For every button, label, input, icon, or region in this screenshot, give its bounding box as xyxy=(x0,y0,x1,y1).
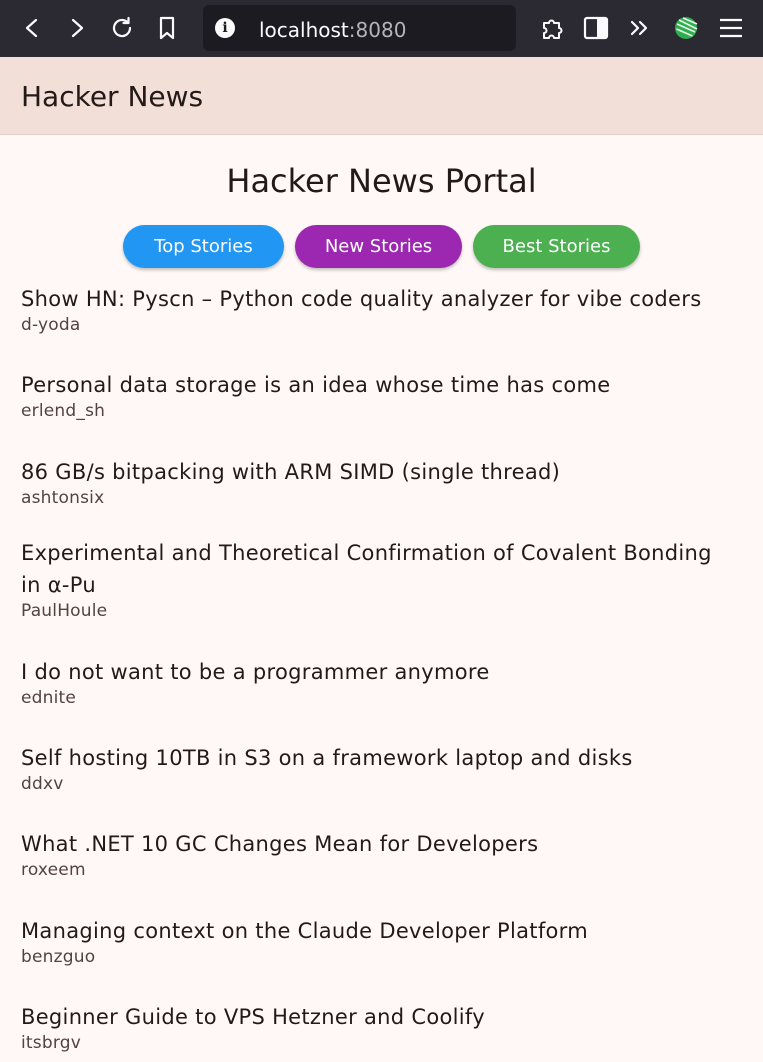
url-text[interactable]: localhost:8080 xyxy=(259,18,406,42)
story-author: d-yoda xyxy=(21,315,81,335)
story-title[interactable]: Beginner Guide to VPS Hetzner and Coolif… xyxy=(21,1001,736,1033)
bookmark-button[interactable] xyxy=(145,6,189,50)
story-item[interactable]: Managing context on the Claude Developer… xyxy=(21,915,736,967)
story-title[interactable]: Experimental and Theoretical Confirmatio… xyxy=(21,537,736,601)
story-author: ednite xyxy=(21,688,77,708)
story-title[interactable]: Self hosting 10TB in S3 on a framework l… xyxy=(21,742,736,774)
story-title[interactable]: What .NET 10 GC Changes Mean for Develop… xyxy=(21,828,736,860)
url-host: localhost xyxy=(259,18,349,42)
menu-button[interactable] xyxy=(709,6,753,50)
story-author: benzguo xyxy=(21,947,96,967)
overflow-button[interactable] xyxy=(618,6,662,50)
reload-button[interactable] xyxy=(100,6,144,50)
story-title[interactable]: Managing context on the Claude Developer… xyxy=(21,915,736,947)
bookmark-icon xyxy=(159,16,175,40)
new-stories-button[interactable]: New Stories xyxy=(295,225,462,268)
story-title[interactable]: Show HN: Pyscn – Python code quality ana… xyxy=(21,283,736,315)
story-author: roxeem xyxy=(21,860,86,880)
best-stories-button[interactable]: Best Stories xyxy=(473,225,640,268)
url-field[interactable]: i localhost:8080 xyxy=(203,5,516,51)
reload-icon xyxy=(112,16,132,38)
story-item[interactable]: Show HN: Pyscn – Python code quality ana… xyxy=(21,283,736,335)
story-item[interactable]: Self hosting 10TB in S3 on a framework l… xyxy=(21,742,736,794)
story-author: PaulHoule xyxy=(21,601,108,621)
story-author: ddxv xyxy=(21,774,64,794)
story-title[interactable]: I do not want to be a programmer anymore xyxy=(21,656,736,688)
site-info-icon[interactable]: i xyxy=(215,18,235,38)
sidebar-icon xyxy=(583,16,609,40)
story-author: ashtonsix xyxy=(21,488,105,508)
double-chevron-icon xyxy=(630,20,648,36)
sidebar-button[interactable] xyxy=(574,6,618,50)
app-bar: Hacker News xyxy=(0,57,763,135)
puzzle-icon xyxy=(543,19,563,39)
story-author: erlend_sh xyxy=(21,401,106,421)
top-stories-button[interactable]: Top Stories xyxy=(123,225,284,268)
page-title: Hacker News Portal xyxy=(226,162,537,200)
story-item[interactable]: 86 GB/s bitpacking with ARM SIMD (single… xyxy=(21,456,736,508)
story-title[interactable]: Personal data storage is an idea whose t… xyxy=(21,369,736,401)
story-item[interactable]: Personal data storage is an idea whose t… xyxy=(21,369,736,421)
extensions-button[interactable] xyxy=(530,6,574,50)
forward-arrow-icon xyxy=(71,18,84,38)
hamburger-menu-icon xyxy=(720,18,742,38)
globe-profile-icon xyxy=(675,17,698,39)
url-port: :8080 xyxy=(348,18,407,42)
story-author: itsbrgv xyxy=(21,1033,81,1053)
app-bar-title: Hacker News xyxy=(21,80,204,113)
forward-button[interactable] xyxy=(55,6,99,50)
back-arrow-icon xyxy=(25,18,38,38)
browser-toolbar: i localhost:8080 xyxy=(0,0,763,57)
back-button[interactable] xyxy=(10,6,54,50)
story-title[interactable]: 86 GB/s bitpacking with ARM SIMD (single… xyxy=(21,456,736,488)
main-content: Hacker News Portal Top Stories New Stori… xyxy=(0,135,763,1062)
story-item[interactable]: What .NET 10 GC Changes Mean for Develop… xyxy=(21,828,736,880)
profile-button[interactable] xyxy=(664,6,708,50)
story-item[interactable]: Experimental and Theoretical Confirmatio… xyxy=(21,537,736,621)
story-item[interactable]: I do not want to be a programmer anymore… xyxy=(21,656,736,708)
story-item[interactable]: Beginner Guide to VPS Hetzner and Coolif… xyxy=(21,1001,736,1053)
